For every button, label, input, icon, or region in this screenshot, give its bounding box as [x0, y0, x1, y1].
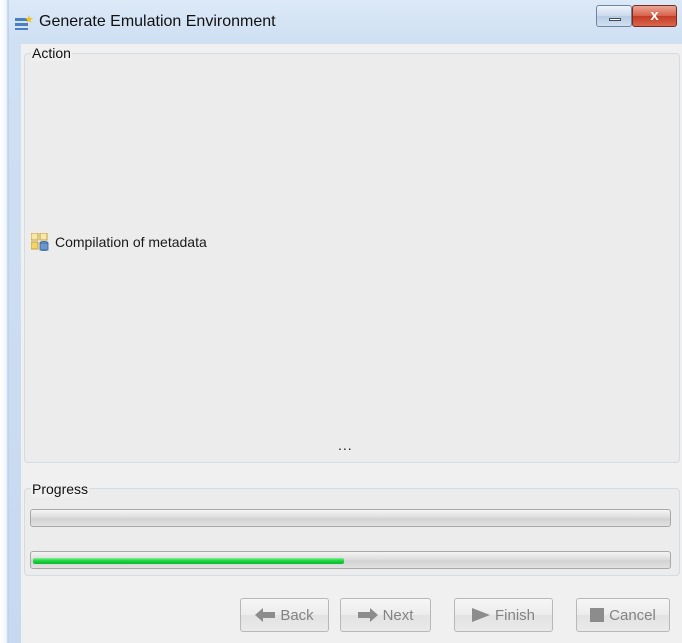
cancel-button[interactable]: Cancel [576, 598, 670, 632]
back-label: Back [280, 606, 314, 624]
finish-button[interactable]: Finish [454, 598, 553, 632]
metadata-compile-icon [31, 233, 49, 251]
play-icon [471, 608, 490, 622]
app-icon [15, 15, 33, 30]
finish-label: Finish [494, 606, 535, 624]
step-progress-fill [33, 558, 344, 564]
window-title: Generate Emulation Environment [39, 13, 276, 30]
close-button[interactable]: x [632, 5, 677, 27]
dialog-window: Generate Emulation Environment x Action … [0, 0, 682, 643]
step-progress-bar [30, 551, 671, 569]
title-bar[interactable]: Generate Emulation Environment x [9, 0, 682, 44]
cancel-label: Cancel [609, 606, 656, 624]
next-label: Next [382, 606, 414, 624]
stop-icon [590, 608, 605, 622]
task-item: Compilation of metadata [31, 232, 207, 252]
arrow-right-icon [357, 608, 378, 622]
close-icon: x [650, 7, 659, 24]
task-label: Compilation of metadata [55, 234, 207, 250]
dialog-content: Action Compilation of metadata ... Progr… [21, 44, 682, 643]
overall-progress-bar [30, 509, 671, 527]
arrow-left-icon [255, 608, 276, 622]
minimize-button[interactable] [596, 5, 632, 27]
action-group: Action Compilation of metadata ... [24, 45, 680, 463]
status-ellipsis: ... [338, 437, 353, 453]
progress-group-label: Progress [31, 481, 90, 497]
next-button[interactable]: Next [340, 598, 431, 632]
back-button[interactable]: Back [240, 598, 329, 632]
action-group-label: Action [31, 45, 72, 61]
progress-group: Progress [24, 481, 680, 576]
